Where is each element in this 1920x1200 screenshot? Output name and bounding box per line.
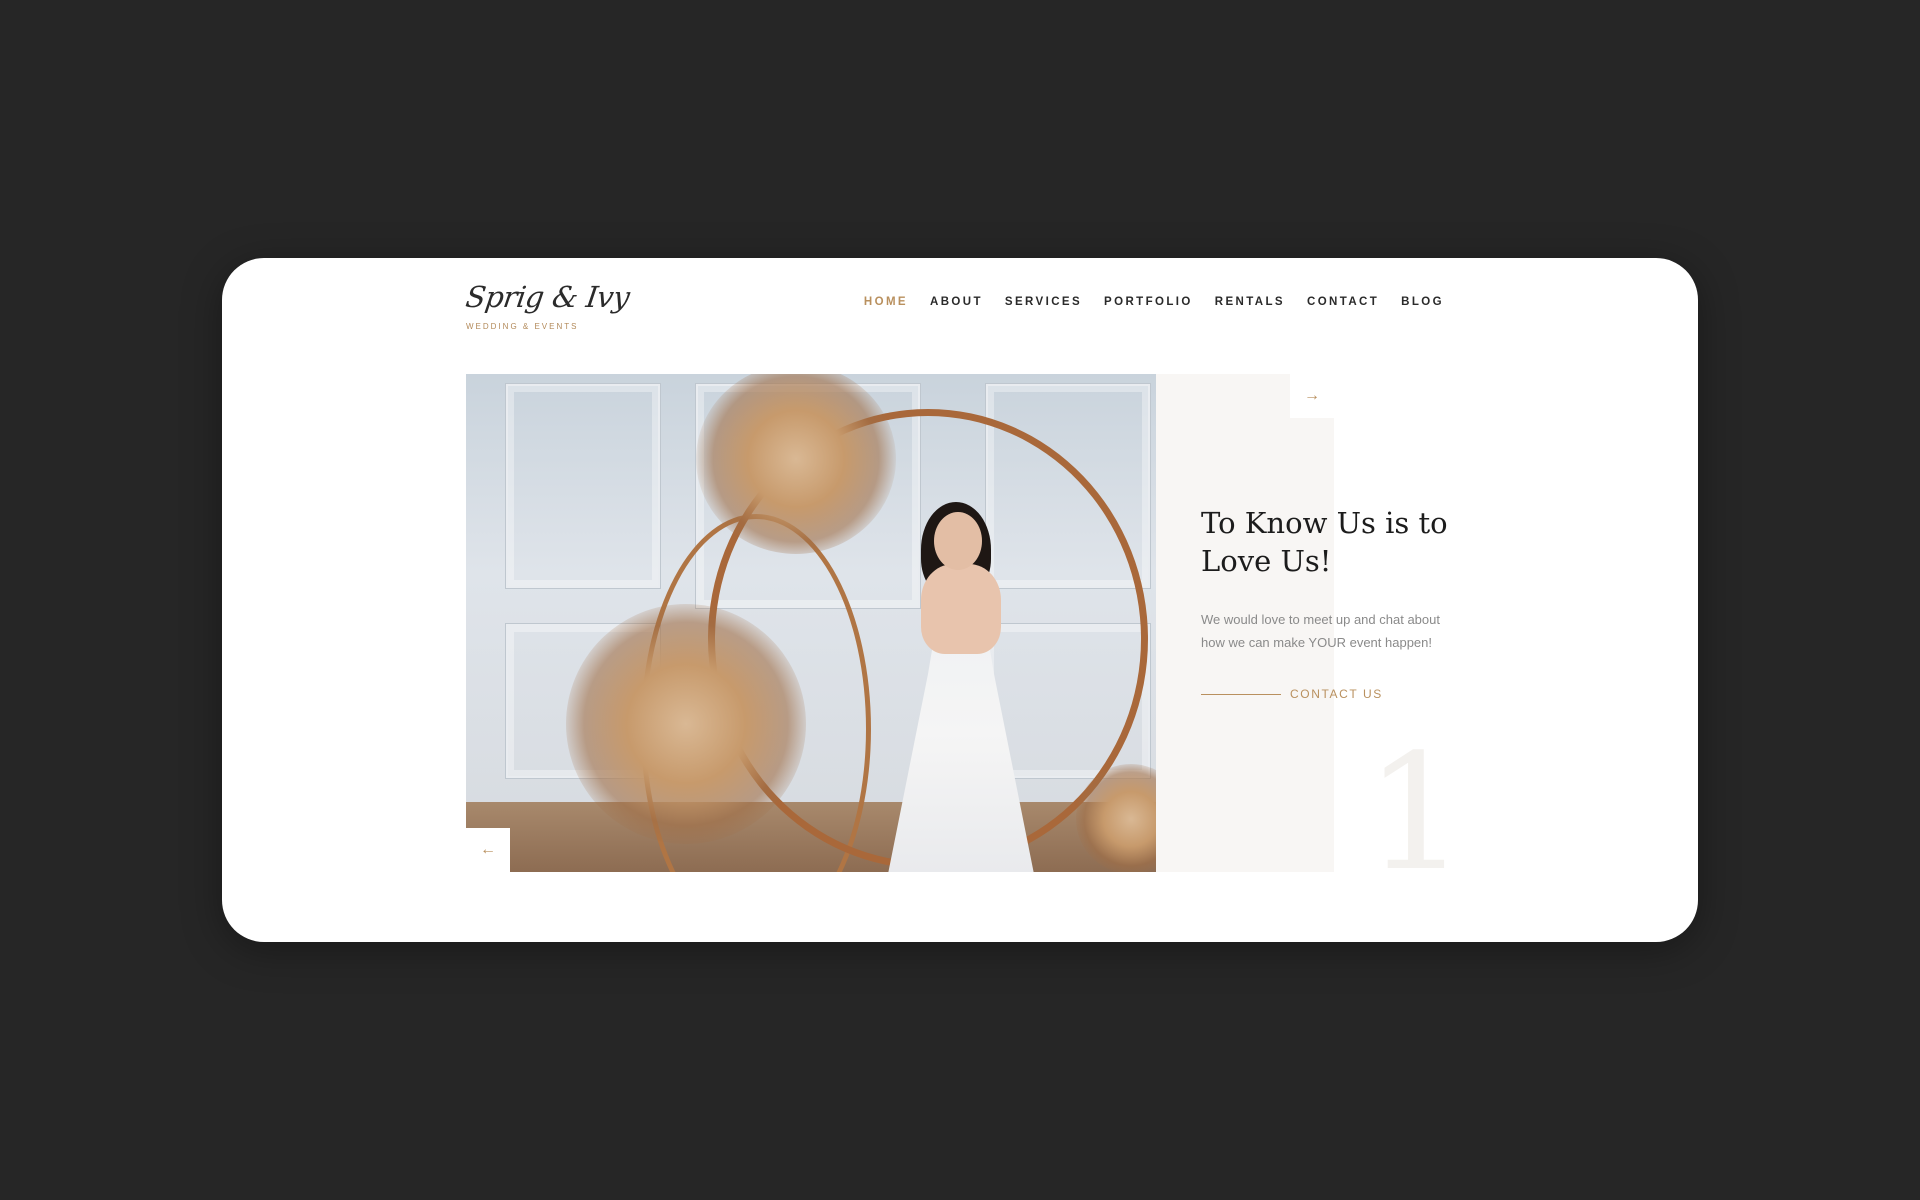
main-nav: HOME ABOUT SERVICES PORTFOLIO RENTALS CO… bbox=[842, 296, 1444, 308]
website-preview-card: Sprig & Ivy WEDDING & EVENTS HOME ABOUT … bbox=[222, 258, 1698, 942]
nav-item-contact[interactable]: CONTACT bbox=[1307, 296, 1379, 308]
slider-prev-button[interactable]: ← bbox=[466, 828, 510, 872]
nav-item-portfolio[interactable]: PORTFOLIO bbox=[1104, 296, 1193, 308]
cta-divider-line bbox=[1201, 693, 1281, 695]
slider-next-button[interactable]: → bbox=[1290, 374, 1334, 418]
nav-item-home[interactable]: HOME bbox=[864, 296, 908, 308]
flower-arrangement-left bbox=[566, 604, 806, 844]
brand-tagline: WEDDING & EVENTS bbox=[466, 322, 579, 331]
nav-item-blog[interactable]: BLOG bbox=[1401, 296, 1444, 308]
bride-face bbox=[934, 512, 982, 570]
nav-item-rentals[interactable]: RENTALS bbox=[1215, 296, 1285, 308]
contact-us-link[interactable]: CONTACT US bbox=[1201, 687, 1383, 701]
cta-label: CONTACT US bbox=[1290, 687, 1383, 701]
arrow-left-icon: ← bbox=[480, 841, 496, 858]
wall-panel bbox=[506, 384, 660, 588]
nav-item-services[interactable]: SERVICES bbox=[1005, 296, 1082, 308]
hero-body-text: We would love to meet up and chat about … bbox=[1201, 612, 1440, 650]
slide-number: 1 bbox=[1365, 719, 1467, 906]
bride-torso bbox=[921, 564, 1001, 654]
nav-item-about[interactable]: ABOUT bbox=[930, 296, 983, 308]
hero-headline: To Know Us is to Love Us! bbox=[1201, 506, 1448, 578]
brand-name: Sprig & Ivy bbox=[463, 280, 632, 314]
arrow-right-icon: → bbox=[1304, 387, 1320, 404]
hero-image: ← bbox=[466, 374, 1156, 872]
